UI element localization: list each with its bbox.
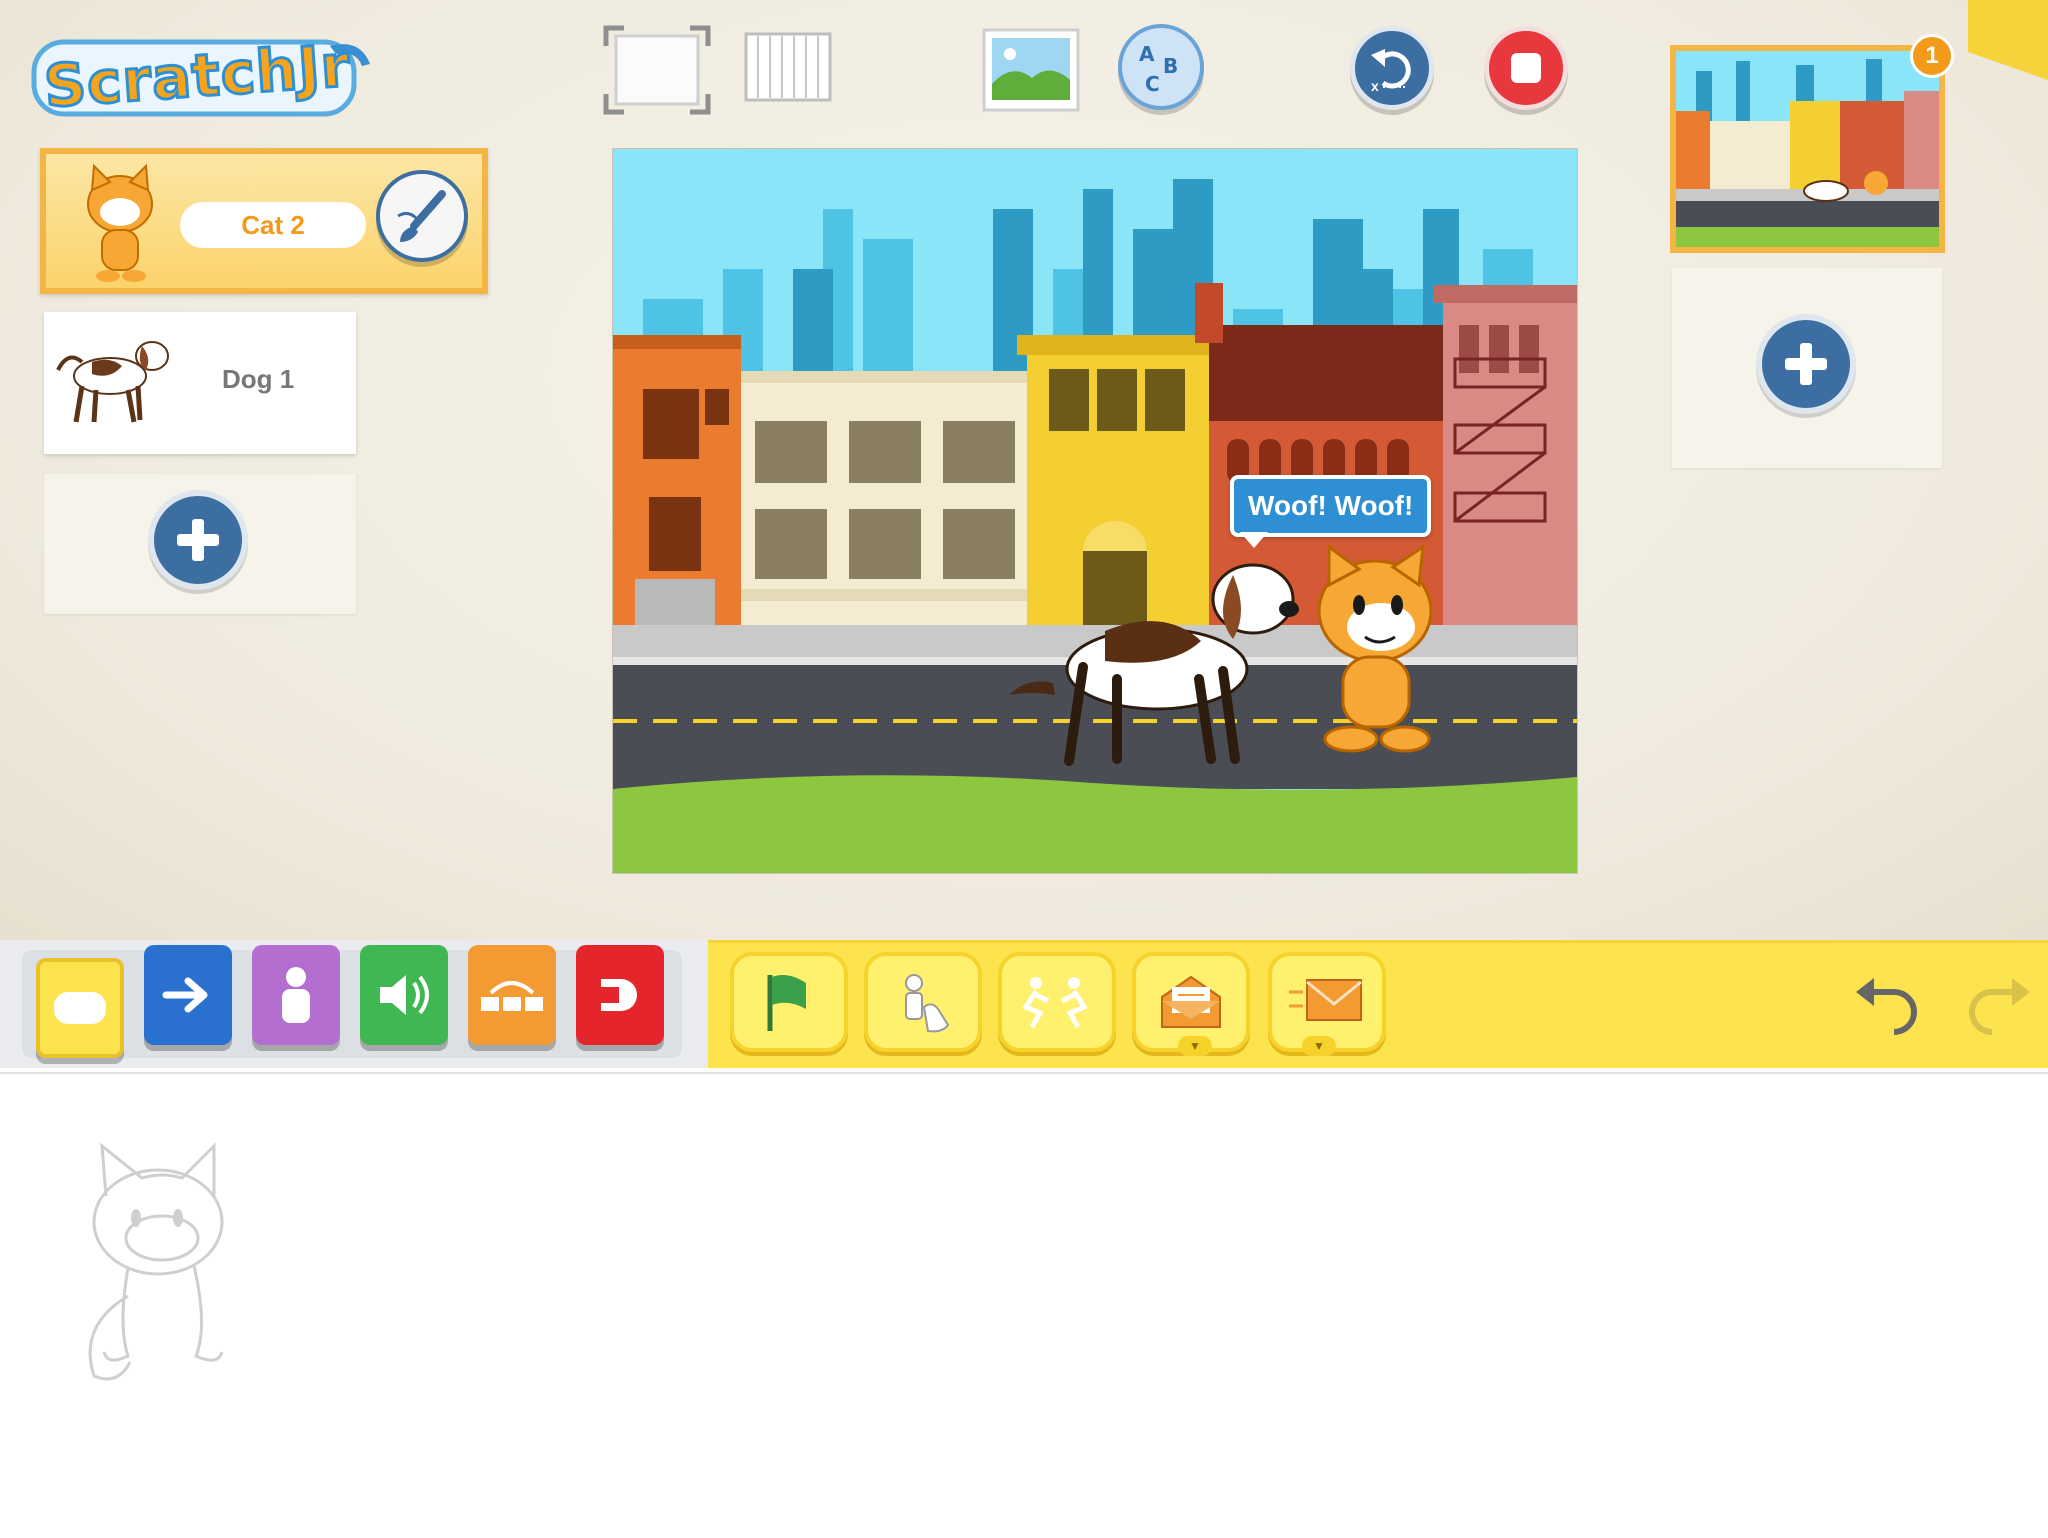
fullscreen-button[interactable] <box>602 24 712 116</box>
message-color-dropdown[interactable]: ▼ <box>1178 1036 1212 1056</box>
page-thumbnail-image <box>1676 51 1939 247</box>
grid-icon <box>744 32 832 102</box>
scratchjr-logo[interactable]: ScratchJr <box>30 30 370 125</box>
person-icon <box>282 967 310 1023</box>
speech-bubble-tail <box>1240 532 1268 548</box>
reset-characters-icon: x <box>1371 49 1411 94</box>
reset-button[interactable]: x <box>1350 26 1434 110</box>
redo-icon <box>1969 978 2030 1035</box>
dog-thumbnail <box>56 341 169 423</box>
add-page-slot <box>1672 268 1942 468</box>
redo-button[interactable] <box>1956 968 2036 1044</box>
category-end-button[interactable] <box>576 945 664 1045</box>
repeat-blocks-icon <box>481 981 543 1011</box>
block-start-on-bump[interactable] <box>998 952 1116 1052</box>
send-color-dropdown[interactable]: ▼ <box>1302 1036 1336 1056</box>
speaker-icon <box>380 975 429 1015</box>
plus-icon <box>1785 343 1827 385</box>
bump-runners-icon <box>1022 977 1088 1029</box>
fullscreen-icon <box>603 25 711 115</box>
page-thumbnail-1[interactable] <box>1670 45 1945 253</box>
tap-hand-icon <box>905 974 950 1033</box>
sprite-card-dog1[interactable]: Dog 1 <box>44 312 356 454</box>
page-corner-fold <box>1968 0 2048 80</box>
category-looks-button[interactable] <box>252 945 340 1045</box>
undo-button[interactable] <box>1850 968 1930 1044</box>
sprite-name: Dog 1 <box>222 364 295 394</box>
svg-text:C: C <box>1145 72 1160 96</box>
stop-button[interactable] <box>1484 26 1568 110</box>
category-motion-button[interactable] <box>144 945 232 1045</box>
sprite-card-cat2[interactable]: Cat 2 <box>40 148 488 294</box>
open-envelope-icon <box>1161 975 1221 1028</box>
cat-sprite-watermark <box>88 1142 224 1381</box>
block-start-on-tap[interactable] <box>864 952 982 1052</box>
sprite-name: Cat 2 <box>241 209 305 240</box>
send-envelope-icon <box>1289 979 1362 1021</box>
add-sprite-button[interactable] <box>148 490 248 590</box>
end-block-icon <box>601 979 637 1011</box>
stage[interactable] <box>612 148 1578 874</box>
script-area[interactable] <box>0 1072 2048 1538</box>
page-number-badge: 1 <box>1910 34 1954 78</box>
category-sound-button[interactable] <box>360 945 448 1045</box>
paintbrush-icon <box>397 190 446 242</box>
paint-editor-button[interactable] <box>376 170 468 262</box>
plus-icon <box>177 519 219 561</box>
sprite-name-pill[interactable]: Cat 2 <box>180 202 366 248</box>
category-triggering-button[interactable] <box>36 958 124 1058</box>
undo-icon <box>1856 978 1917 1035</box>
category-control-button[interactable] <box>468 945 556 1045</box>
stop-icon <box>1511 53 1541 83</box>
abc-text-icon: A B C <box>1139 42 1178 96</box>
city-background <box>613 149 1577 873</box>
background-button[interactable] <box>982 28 1082 114</box>
add-page-button[interactable] <box>1756 314 1856 414</box>
background-picture-icon <box>982 28 1080 112</box>
speech-bubble: Woof! Woof! <box>1230 475 1432 537</box>
svg-text:A: A <box>1139 42 1155 66</box>
svg-text:x: x <box>1371 78 1379 94</box>
arrow-right-icon <box>162 977 208 1013</box>
green-flag-icon <box>767 975 806 1031</box>
cat-thumbnail <box>87 163 153 282</box>
text-button[interactable]: A B C <box>1118 24 1204 110</box>
grid-button[interactable] <box>744 32 834 106</box>
svg-text:B: B <box>1163 54 1178 78</box>
add-sprite-slot <box>44 474 356 614</box>
block-start-on-green-flag[interactable] <box>730 952 848 1052</box>
trigger-block-icon <box>54 992 106 1024</box>
